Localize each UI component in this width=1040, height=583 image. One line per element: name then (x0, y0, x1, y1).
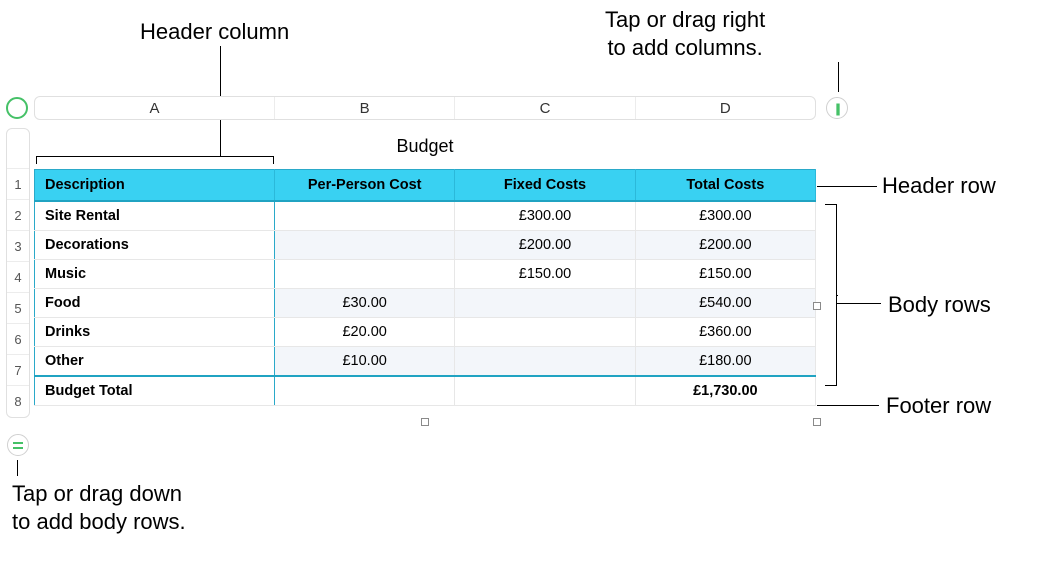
cell-total[interactable]: £540.00 (635, 289, 815, 318)
cell-per[interactable] (275, 231, 455, 260)
cell-total[interactable]: £1,730.00 (635, 376, 815, 406)
table-row[interactable]: Other £10.00 £180.00 (35, 347, 816, 377)
header-fixed[interactable]: Fixed Costs (455, 170, 635, 202)
leader-add-columns (838, 62, 839, 92)
cell-per[interactable]: £10.00 (275, 347, 455, 377)
add-rows-handle[interactable] (7, 434, 29, 456)
callout-add-columns: Tap or drag right to add columns. (605, 6, 765, 61)
row-number-2[interactable]: 2 (7, 200, 29, 231)
header-per-person[interactable]: Per-Person Cost (275, 170, 455, 202)
cell-desc[interactable]: Other (35, 347, 275, 377)
cell-per[interactable] (275, 260, 455, 289)
cell-fixed[interactable] (455, 376, 635, 406)
callout-header-column: Header column (140, 18, 289, 46)
cell-per[interactable]: £30.00 (275, 289, 455, 318)
cell-desc[interactable]: Budget Total (35, 376, 275, 406)
cell-desc[interactable]: Site Rental (35, 201, 275, 231)
row-number-4[interactable]: 4 (7, 262, 29, 293)
selection-handle-right[interactable] (813, 302, 821, 310)
cell-fixed[interactable]: £200.00 (455, 231, 635, 260)
cell-total[interactable]: £180.00 (635, 347, 815, 377)
table-row[interactable]: Food £30.00 £540.00 (35, 289, 816, 318)
cell-desc[interactable]: Decorations (35, 231, 275, 260)
selection-handle-corner[interactable] (813, 418, 821, 426)
row-number-5[interactable]: 5 (7, 293, 29, 324)
add-columns-handle[interactable]: || (826, 97, 848, 119)
leader-header-row (817, 186, 877, 187)
cell-fixed[interactable]: £300.00 (455, 201, 635, 231)
cell-total[interactable]: £200.00 (635, 231, 815, 260)
cell-per[interactable] (275, 376, 455, 406)
cell-total[interactable]: £300.00 (635, 201, 815, 231)
column-letter-bar[interactable]: A B C D (34, 96, 816, 120)
column-header-C[interactable]: C (455, 97, 635, 119)
table-row[interactable]: Drinks £20.00 £360.00 (35, 318, 816, 347)
bracket-body-rows-stub (837, 295, 838, 296)
leader-add-body-rows (17, 460, 18, 476)
budget-table[interactable]: Description Per-Person Cost Fixed Costs … (34, 169, 816, 406)
row-number-7[interactable]: 7 (7, 355, 29, 386)
cell-fixed[interactable]: £150.00 (455, 260, 635, 289)
cell-desc[interactable]: Drinks (35, 318, 275, 347)
leader-footer-row (817, 405, 879, 406)
column-header-A[interactable]: A (35, 97, 275, 119)
cell-fixed[interactable] (455, 347, 635, 377)
table-title[interactable]: Budget (34, 128, 816, 169)
table-wrap: Budget Description Per-Person Cost Fixed… (34, 128, 816, 406)
header-row[interactable]: Description Per-Person Cost Fixed Costs … (35, 170, 816, 202)
row-number-1[interactable]: 1 (7, 169, 29, 200)
callout-add-body-rows: Tap or drag down to add body rows. (12, 480, 186, 535)
row-number-8[interactable]: 8 (7, 386, 29, 417)
cell-fixed[interactable] (455, 318, 635, 347)
cell-total[interactable]: £360.00 (635, 318, 815, 347)
row-number-3[interactable]: 3 (7, 231, 29, 262)
footer-row[interactable]: Budget Total £1,730.00 (35, 376, 816, 406)
column-header-B[interactable]: B (275, 97, 455, 119)
row-number-6[interactable]: 6 (7, 324, 29, 355)
selection-handle-bottom[interactable] (421, 418, 429, 426)
cell-desc[interactable]: Music (35, 260, 275, 289)
header-total[interactable]: Total Costs (635, 170, 815, 202)
column-header-D[interactable]: D (636, 97, 815, 119)
bracket-body-rows (825, 204, 837, 386)
cell-per[interactable] (275, 201, 455, 231)
callout-footer-row: Footer row (886, 392, 991, 420)
leader-body-rows (837, 303, 881, 304)
row-bar-spacer (7, 129, 29, 169)
cell-per[interactable]: £20.00 (275, 318, 455, 347)
header-description[interactable]: Description (35, 170, 275, 202)
row-number-bar[interactable]: 1 2 3 4 5 6 7 8 (6, 128, 30, 418)
cell-fixed[interactable] (455, 289, 635, 318)
table-row[interactable]: Site Rental £300.00 £300.00 (35, 201, 816, 231)
callout-body-rows: Body rows (888, 291, 991, 319)
cell-desc[interactable]: Food (35, 289, 275, 318)
table-row[interactable]: Music £150.00 £150.00 (35, 260, 816, 289)
table-origin-handle[interactable] (6, 97, 28, 119)
cell-total[interactable]: £150.00 (635, 260, 815, 289)
table-row[interactable]: Decorations £200.00 £200.00 (35, 231, 816, 260)
callout-header-row: Header row (882, 172, 996, 200)
